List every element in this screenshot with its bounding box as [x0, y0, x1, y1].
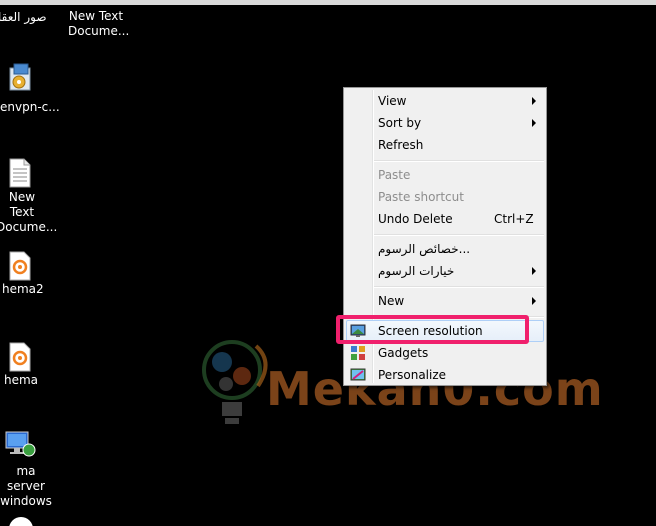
menu-item-paste-shortcut[interactable]: Paste shortcut: [346, 186, 544, 208]
menu-item-label: Paste shortcut: [378, 190, 464, 204]
menu-item-gadgets[interactable]: Gadgets: [346, 342, 544, 364]
menu-item-label: View: [378, 94, 407, 108]
menu-item-graphics-options[interactable]: خيارات الرسوم: [346, 260, 544, 282]
menu-item-personalize[interactable]: Personalize: [346, 364, 544, 386]
app-file-icon: [9, 342, 31, 372]
desktop-icon-label: ma server windows: [0, 464, 52, 508]
menu-separator: [374, 286, 544, 288]
menu-item-graphics-properties[interactable]: خصائص الرسوم...: [346, 238, 544, 260]
desktop-icon-label: New Text Docume...: [0, 190, 58, 234]
menu-item-shortcut: Ctrl+Z: [494, 212, 534, 226]
menu-item-new[interactable]: New: [346, 290, 544, 312]
menu-item-sort-by[interactable]: Sort by: [346, 112, 544, 134]
network-computer-icon: [5, 431, 36, 457]
text-file-icon: [9, 158, 31, 188]
menu-item-label: Sort by: [378, 116, 422, 130]
desktop-icon-label: hema2: [2, 282, 44, 296]
submenu-arrow-icon: [532, 119, 536, 127]
menu-item-label: Undo Delete: [378, 212, 453, 226]
desktop-icon-label: hema: [4, 373, 39, 387]
menu-item-paste[interactable]: Paste: [346, 164, 544, 186]
menu-item-label: Refresh: [378, 138, 424, 152]
menu-item-label: خصائص الرسوم...: [378, 242, 471, 256]
submenu-arrow-icon: [532, 297, 536, 305]
menu-separator: [374, 160, 544, 162]
screen-resolution-highlight-box: [336, 315, 529, 344]
desktop-icon-new-text-document-2[interactable]: New Text Docume...: [0, 155, 60, 234]
gadgets-icon: [351, 346, 365, 360]
menu-item-undo-delete[interactable]: Undo Delete Ctrl+Z: [346, 208, 544, 230]
submenu-arrow-icon: [532, 267, 536, 275]
menu-separator: [374, 234, 544, 236]
desktop-icon-hema2[interactable]: hema2: [0, 248, 60, 298]
app-file-icon: [9, 251, 31, 281]
menu-item-label: Gadgets: [378, 346, 429, 360]
menu-item-label: Paste: [378, 168, 411, 182]
menu-item-refresh[interactable]: Refresh: [346, 134, 544, 156]
desktop-icon-arabic-folder[interactable]: صور العقا: [0, 0, 60, 40]
installer-icon: [9, 63, 31, 91]
desktop-icon-new-text-document-1[interactable]: New Text Docume...: [60, 0, 130, 45]
menu-item-label: Personalize: [378, 368, 447, 382]
menu-item-view[interactable]: View: [346, 90, 544, 112]
menu-item-label: خيارات الرسوم: [378, 264, 455, 278]
submenu-arrow-icon: [532, 97, 536, 105]
personalize-icon: [350, 368, 366, 381]
menu-item-label: New: [378, 294, 405, 308]
desktop-icon-ma-server-windows[interactable]: ma server windows: [0, 428, 60, 508]
desktop-icon-label: صور العقا: [0, 10, 47, 24]
desktop-icon-label: envpn-c...: [0, 100, 60, 114]
desktop-icon-label: New Text Docume...: [68, 9, 130, 38]
desktop-icon-openvpn[interactable]: envpn-c...: [0, 60, 60, 120]
desktop-icon-hema[interactable]: hema: [0, 340, 60, 390]
watermark-logo-icon: [202, 340, 268, 424]
partial-desktop-icon: [9, 517, 33, 526]
